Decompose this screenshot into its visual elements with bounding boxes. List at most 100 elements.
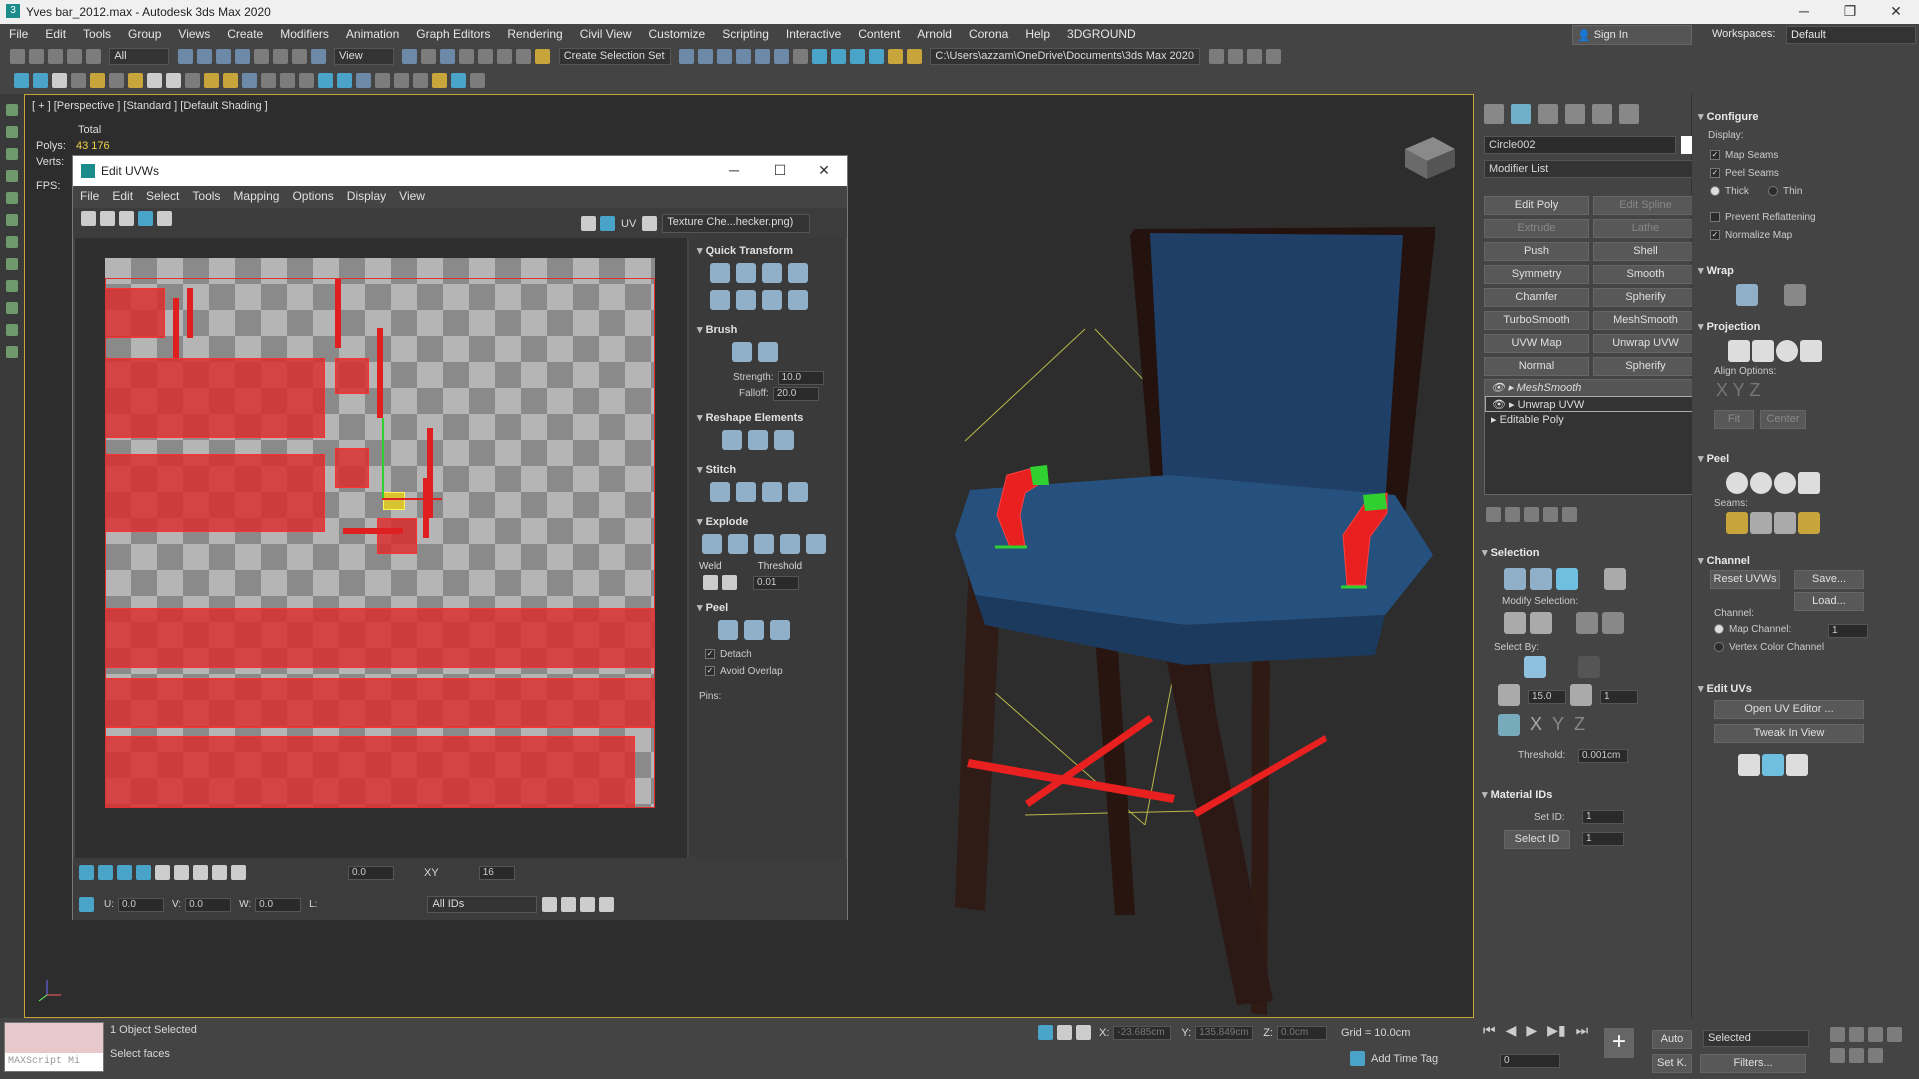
align-x-icon[interactable]: X Y Z <box>1716 380 1760 401</box>
layer-icon[interactable] <box>717 49 733 64</box>
menu-animation[interactable]: Animation <box>337 24 407 41</box>
selection-lock-icon[interactable] <box>1057 1025 1072 1040</box>
make-unique-icon[interactable] <box>1524 507 1539 522</box>
ribbon-icon[interactable] <box>755 49 771 64</box>
xyz-select-icon[interactable] <box>1498 714 1520 736</box>
fb-icon[interactable] <box>451 73 466 88</box>
relax-brush-icon[interactable] <box>758 342 778 362</box>
threshold-input[interactable]: 0.01 <box>753 575 799 590</box>
plane-icon[interactable] <box>185 73 200 88</box>
turbosmooth-button[interactable]: TurboSmooth <box>1484 311 1589 330</box>
pan-view-icon[interactable] <box>1830 1048 1845 1063</box>
falloff-input[interactable]: 20.0 <box>772 387 819 401</box>
reset-uvws-button[interactable]: Reset UVWs <box>1710 570 1780 589</box>
align-vertical-icon[interactable] <box>710 290 730 310</box>
polygon-select-icon[interactable] <box>1556 568 1578 590</box>
w-input[interactable]: 0.0 <box>255 897 302 912</box>
ring-icon[interactable] <box>6 346 18 358</box>
weld-selected-icon[interactable] <box>722 575 737 590</box>
pivot-icon[interactable] <box>402 49 418 64</box>
stitch-target-icon[interactable] <box>788 482 808 502</box>
select-object-icon[interactable] <box>177 49 193 64</box>
light-omni-icon[interactable] <box>204 73 219 88</box>
environment-icon[interactable] <box>318 73 333 88</box>
uv-texture-icon[interactable] <box>642 216 658 231</box>
point-to-point-seam-icon[interactable] <box>1750 512 1772 534</box>
uv-menu-file[interactable]: File <box>73 186 105 203</box>
unlink-icon[interactable] <box>67 49 82 64</box>
pan-icon[interactable] <box>542 897 558 912</box>
uv-label[interactable]: UV <box>621 218 636 230</box>
scale-icon[interactable] <box>291 49 307 64</box>
flatten-custom-icon[interactable] <box>806 534 826 554</box>
set-id-input[interactable]: 1 <box>1582 810 1624 824</box>
loop-select-icon[interactable] <box>212 865 227 880</box>
select-id-button[interactable]: Select ID <box>1504 830 1570 849</box>
add-time-tag[interactable]: Add Time Tag <box>1371 1053 1438 1065</box>
filter-icon[interactable] <box>6 192 18 204</box>
quick-planar-averaged-icon[interactable] <box>1786 754 1808 776</box>
flip-icon[interactable] <box>788 263 808 283</box>
rotate-cw-icon[interactable] <box>762 290 782 310</box>
planar-map-icon[interactable] <box>1728 340 1750 362</box>
goto-start-icon[interactable]: ⏮ <box>1483 1022 1496 1039</box>
uv-checker-icon[interactable] <box>581 216 596 231</box>
stitch-average-icon[interactable] <box>762 482 782 502</box>
strength-input[interactable]: 10.0 <box>777 371 824 385</box>
quick-planar-icon[interactable] <box>1738 754 1760 776</box>
pin-icon[interactable] <box>432 73 447 88</box>
loop-selection-icon[interactable] <box>1576 612 1598 634</box>
particles-icon[interactable] <box>242 73 257 88</box>
spherify-button[interactable]: Spherify <box>1593 288 1698 307</box>
isolate-icon[interactable] <box>1038 1025 1053 1040</box>
smooth-button[interactable]: Smooth <box>1593 265 1698 284</box>
load-button[interactable]: Load... <box>1794 592 1864 611</box>
flatten-angle-icon[interactable] <box>728 534 748 554</box>
zoom-region-icon[interactable] <box>580 897 596 912</box>
rotate-icon[interactable] <box>272 49 288 64</box>
placement-icon[interactable] <box>310 49 326 64</box>
map-channel-input[interactable]: 1 <box>1828 624 1868 638</box>
uv-menu-mapping[interactable]: Mapping <box>226 186 285 203</box>
lights-icon[interactable] <box>90 73 105 88</box>
hierarchy-icon[interactable] <box>71 73 86 88</box>
space-warp-icon[interactable] <box>299 73 314 88</box>
selection-rollout-header[interactable]: Selection <box>1482 546 1540 559</box>
open-uv-editor-button[interactable]: Open UV Editor ... <box>1714 700 1864 719</box>
display-tab-icon[interactable] <box>1592 104 1612 124</box>
space-horizontal-icon[interactable] <box>736 263 756 283</box>
v-input[interactable]: 0.0 <box>185 897 232 912</box>
tweak-in-view-button[interactable]: Tweak In View <box>1714 724 1864 743</box>
maximize-button[interactable]: ❐ <box>1827 0 1873 24</box>
menu-corona[interactable]: Corona <box>960 24 1016 41</box>
x-coordinate[interactable]: -23.685cm <box>1113 1025 1172 1040</box>
shrink-selection-icon[interactable] <box>1530 612 1552 634</box>
percent-snap-icon[interactable] <box>497 49 513 64</box>
uv-menu-select[interactable]: Select <box>139 186 185 203</box>
menu-tools[interactable]: Tools <box>74 24 119 41</box>
paint-select-icon[interactable] <box>231 865 246 880</box>
display-icon[interactable] <box>33 73 48 88</box>
uv-canvas[interactable] <box>75 238 687 858</box>
modifier-list-dropdown[interactable]: Modifier List <box>1484 160 1700 178</box>
select-by-smoothing-icon[interactable] <box>1578 656 1600 678</box>
cylindrical-map-icon[interactable] <box>1752 340 1774 362</box>
zoom-viewport-icon[interactable] <box>1830 1027 1845 1042</box>
threshold-input-cmd[interactable]: 0.001cm <box>1578 749 1628 763</box>
weld-target-icon[interactable] <box>703 575 718 590</box>
schematic-icon[interactable] <box>793 49 809 64</box>
peel-rollout-header[interactable]: Peel <box>1698 452 1730 465</box>
material-editor-icon[interactable] <box>812 49 828 64</box>
spherical-map-icon[interactable] <box>1776 340 1798 362</box>
texture-dropdown[interactable]: Texture Che...hecker.png) <box>662 214 811 233</box>
uv-close-button[interactable]: ✕ <box>801 159 847 183</box>
rotate-ccw-icon[interactable] <box>762 263 782 283</box>
explode-header[interactable]: Explode <box>689 509 845 528</box>
quick-peel-cmd-icon[interactable] <box>1726 472 1748 494</box>
unfold-wrap-icon[interactable] <box>1784 284 1806 306</box>
shrink-icon[interactable] <box>174 865 189 880</box>
frame-input[interactable]: 0 <box>1500 1054 1560 1068</box>
uv-freeform-icon[interactable] <box>138 211 153 226</box>
vertex-select-icon[interactable] <box>1504 568 1526 590</box>
peel-header[interactable]: Peel <box>689 593 845 614</box>
